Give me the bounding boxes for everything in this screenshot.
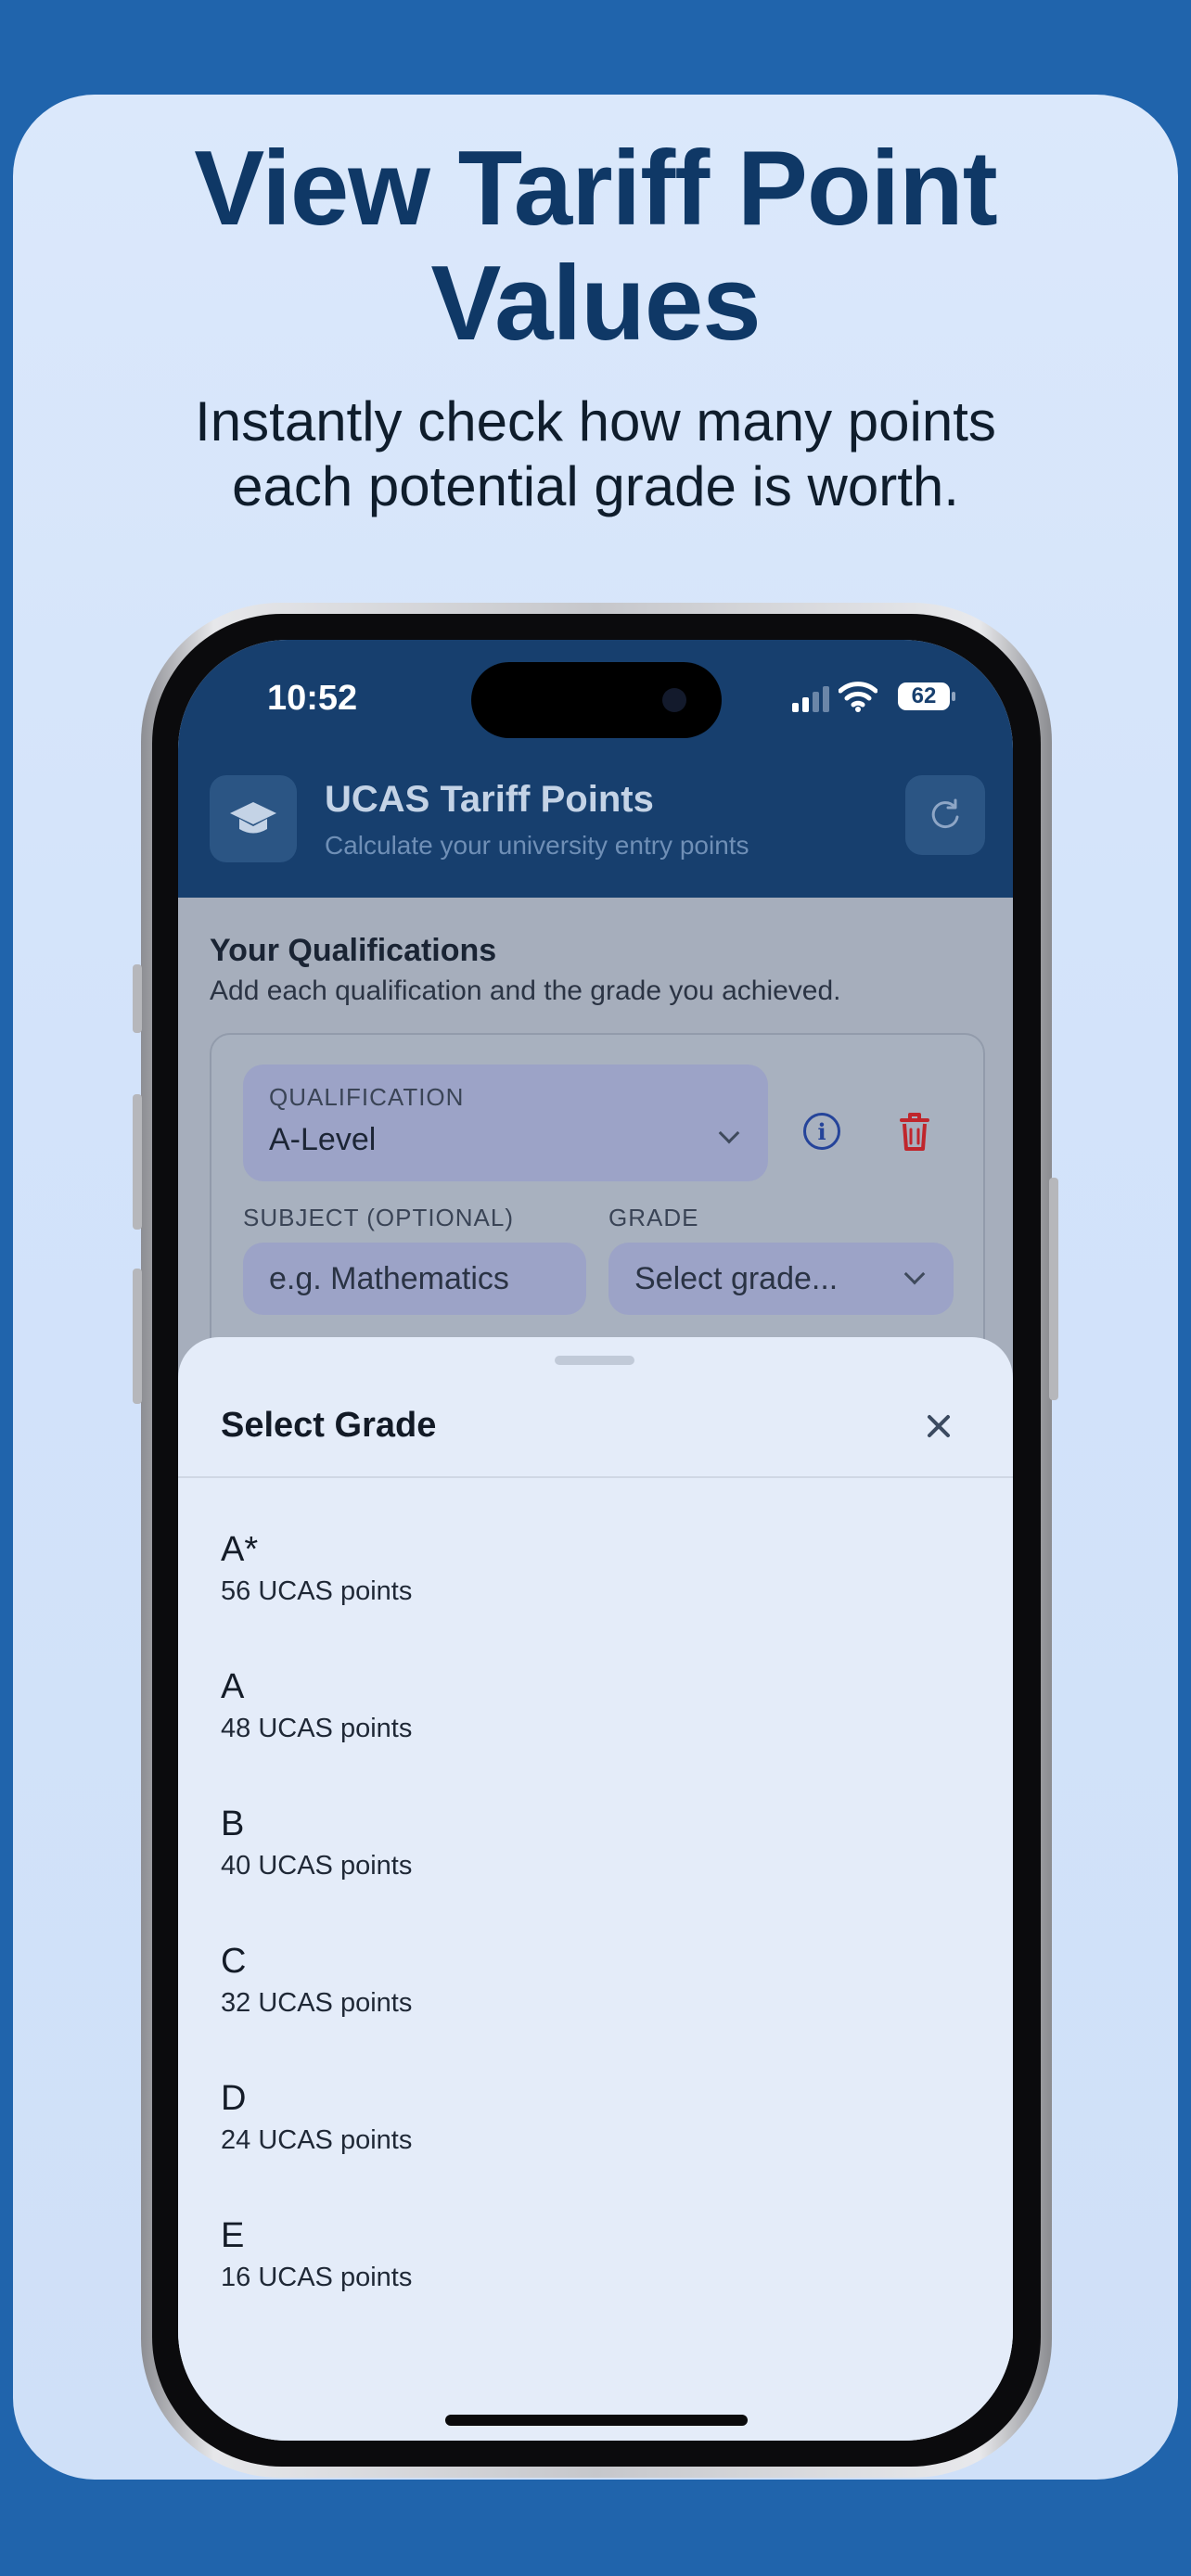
grade-letter: B [221, 1804, 245, 1843]
wifi-icon [839, 682, 877, 712]
grade-option[interactable]: D 24 UCAS points [178, 2079, 1013, 2216]
section-title: Your Qualifications [210, 933, 497, 968]
phone-screen: 10:52 62 UCAS Tariff Points Calculate yo… [178, 640, 1013, 2441]
refresh-icon [931, 798, 959, 829]
grade-points: 48 UCAS points [221, 1714, 413, 1743]
action-button [133, 964, 142, 1033]
sheet-title: Select Grade [221, 1406, 437, 1445]
grade-option[interactable]: A* 56 UCAS points [178, 1530, 1013, 1667]
section-subtitle: Add each qualification and the grade you… [210, 976, 841, 1006]
trash-icon[interactable] [896, 1109, 933, 1154]
promo-subheadline: Instantly check how many points each pot… [0, 389, 1191, 519]
grade-points: 56 UCAS points [221, 1576, 413, 1606]
camera-icon [662, 688, 686, 712]
subject-label: SUBJECT (OPTIONAL) [243, 1204, 515, 1231]
grade-points: 32 UCAS points [221, 1988, 413, 2018]
chevron-down-icon [903, 1263, 926, 1285]
grade-points: 24 UCAS points [221, 2125, 413, 2155]
select-grade-sheet: Select Grade A* 56 UCAS points A 48 UCAS… [178, 1337, 1013, 2441]
promo-headline: View Tariff Point Values [0, 132, 1191, 362]
grade-option[interactable]: E 16 UCAS points [178, 2216, 1013, 2353]
headline-line-2: Values [430, 245, 761, 363]
status-time: 10:52 [267, 679, 358, 718]
subline-line-2: each potential grade is worth. [232, 455, 959, 517]
volume-down-button [133, 1269, 142, 1404]
grade-option[interactable]: C 32 UCAS points [178, 1942, 1013, 2079]
sheet-grabber[interactable] [555, 1356, 634, 1365]
grade-option[interactable]: B 40 UCAS points [178, 1804, 1013, 1942]
app-subtitle: Calculate your university entry points [325, 831, 749, 860]
subject-input[interactable]: e.g. Mathematics [243, 1243, 586, 1315]
subline-line-1: Instantly check how many points [195, 390, 996, 453]
grade-letter: A [221, 1667, 245, 1706]
grade-points: 40 UCAS points [221, 1851, 413, 1881]
headline-line-1: View Tariff Point [194, 130, 998, 248]
grade-placeholder: Select grade... [634, 1261, 839, 1296]
qualification-select[interactable]: QUALIFICATION A-Level [243, 1065, 768, 1181]
cellular-signal-icon [792, 686, 829, 712]
grade-letter: A* [221, 1530, 259, 1569]
home-indicator[interactable] [445, 2415, 748, 2426]
chevron-down-icon [718, 1122, 740, 1144]
refresh-button[interactable] [905, 775, 985, 855]
info-icon[interactable]: i [803, 1113, 840, 1150]
app-header: 10:52 62 UCAS Tariff Points Calculate yo… [178, 640, 1013, 898]
close-icon[interactable] [920, 1408, 957, 1445]
volume-up-button [133, 1094, 142, 1230]
grade-label: GRADE [608, 1204, 699, 1231]
qualification-value: A-Level [269, 1122, 377, 1157]
grade-letter: E [221, 2216, 245, 2255]
grade-points: 16 UCAS points [221, 2263, 413, 2292]
sheet-divider [178, 1476, 1013, 1478]
grade-select[interactable]: Select grade... [608, 1243, 954, 1315]
battery-icon: 62 [898, 682, 950, 710]
graduation-cap-icon [210, 775, 297, 862]
subject-placeholder: e.g. Mathematics [269, 1261, 509, 1296]
grade-letter: D [221, 2079, 247, 2118]
battery-tip [952, 692, 955, 701]
app-title: UCAS Tariff Points [325, 779, 654, 820]
grade-letter: C [221, 1942, 247, 1981]
power-button [1049, 1178, 1058, 1400]
qualification-card: QUALIFICATION A-Level i SUBJECT (OPTIONA… [210, 1033, 985, 1367]
grade-option[interactable]: A 48 UCAS points [178, 1667, 1013, 1804]
qualification-label: QUALIFICATION [269, 1083, 465, 1111]
